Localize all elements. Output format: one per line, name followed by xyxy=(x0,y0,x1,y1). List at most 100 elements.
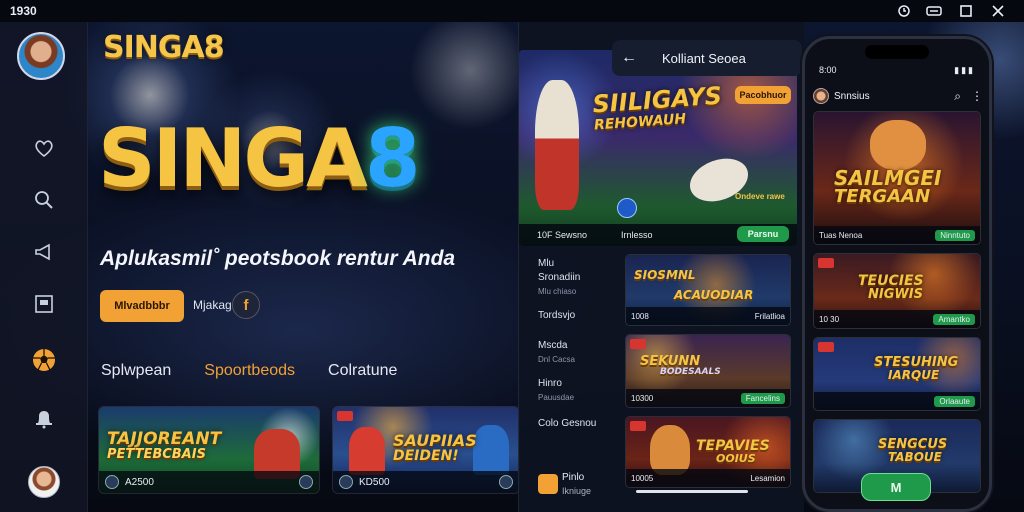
inbox-icon[interactable] xyxy=(30,290,58,318)
tile-footer: Orlaaute xyxy=(814,392,980,410)
tile-footer-label: 10300 xyxy=(631,393,654,403)
user-avatar[interactable] xyxy=(17,32,65,80)
history-icon[interactable] xyxy=(888,0,920,22)
list-item-sub: Mlu chiaso xyxy=(538,287,577,296)
hot-badge xyxy=(337,411,353,421)
hot-badge xyxy=(630,339,646,349)
tile-title-line1: TEPAVIES xyxy=(696,438,770,454)
hero-logo-digit: 8 xyxy=(364,112,421,205)
list-item-label: Mscda xyxy=(538,340,568,351)
tile-action[interactable]: Amantko xyxy=(933,313,975,325)
phone-game-tile[interactable]: SAILMGEI TERGAAN Tuas Nenoa Ninntuto xyxy=(813,111,981,245)
banner-play-button[interactable]: Parsnu xyxy=(737,226,789,242)
phone-app-name: Snnsius xyxy=(834,90,870,102)
tile-footer-label: 1008 xyxy=(631,311,649,321)
toggle-icon[interactable] xyxy=(918,0,950,22)
card-favorite-icon[interactable] xyxy=(499,475,513,489)
profile-avatar[interactable] xyxy=(28,466,60,498)
tile-footer: 10 30 Amantko xyxy=(814,310,980,328)
list-item[interactable]: Mlu xyxy=(538,258,554,269)
phone-more-icon[interactable]: ⋮ xyxy=(971,89,983,103)
tile-action[interactable]: Orlaaute xyxy=(934,395,975,407)
list-item[interactable]: Sronadiin Mlu chiaso xyxy=(538,272,580,296)
card-chip-icon xyxy=(339,475,353,489)
tab-colratune[interactable]: Colratune xyxy=(328,362,397,380)
phone-game-tile[interactable]: TEUCIES NIGWIS 10 30 Amantko xyxy=(813,253,981,329)
tab-sportsbook[interactable]: Spoortbeods xyxy=(204,362,295,380)
tile-title-line1: TEUCIES xyxy=(858,273,924,289)
banner-badge[interactable]: Pacobhuor xyxy=(735,86,791,104)
tile-action[interactable]: Ninntuto xyxy=(935,229,975,241)
phone-status-time: 8:00 xyxy=(819,65,837,75)
tile-footer-label: 10 30 xyxy=(819,314,840,324)
tile-footer: 10300 Fancelins xyxy=(626,389,790,407)
game-card[interactable]: SAUPIIAS DEIDEN! KD500 xyxy=(332,406,520,494)
game-card[interactable]: TAJJOREANT PETTEBCBAIS A2500 xyxy=(98,406,320,494)
soccer-ball-icon[interactable] xyxy=(30,346,58,374)
heart-icon[interactable] xyxy=(30,134,58,162)
card-title: SAUPIIAS DEIDEN! xyxy=(393,431,477,464)
tab-splwpean[interactable]: Splwpean xyxy=(101,362,171,380)
tile-title: SAILMGEI TERGAAN xyxy=(834,168,942,206)
close-icon[interactable] xyxy=(982,0,1014,22)
brand-logo: SINGA8 xyxy=(103,30,225,65)
facebook-icon[interactable]: f xyxy=(232,291,260,319)
banner-promo: Ondeve rawe xyxy=(735,192,785,201)
phone-search-icon[interactable]: ⌕ xyxy=(954,89,961,104)
card-footer-label: KD500 xyxy=(359,476,390,488)
bell-icon[interactable] xyxy=(30,404,58,432)
hero-tagline: Aplukasmil˚ peotsbook rentur Anda xyxy=(100,247,456,270)
list-item[interactable]: Hinro Pauusdae xyxy=(538,378,574,402)
phone-main-action-button[interactable]: M xyxy=(861,473,931,501)
game-tile[interactable]: SEKUNN BODESAALS 10300 Fancelins xyxy=(625,334,791,408)
search-icon[interactable] xyxy=(30,186,58,214)
download-button[interactable]: Mlvadbbbr xyxy=(100,290,184,322)
hot-badge xyxy=(818,342,834,352)
hot-badge xyxy=(818,258,834,268)
left-sidebar xyxy=(0,22,88,512)
card-title: TAJJOREANT PETTEBCBAIS xyxy=(107,431,221,462)
wallet-icon[interactable] xyxy=(538,474,558,494)
list-item[interactable]: Mscda Dnl Cacsa xyxy=(538,340,575,364)
card-title-line1: SAUPIIAS xyxy=(393,431,477,450)
featured-banner[interactable]: SIILIGAYS REHOWAUH Pacobhuor Ondeve rawe… xyxy=(519,50,797,246)
list-item[interactable]: Tordsvjo xyxy=(538,310,575,321)
card-favorite-icon[interactable] xyxy=(299,475,313,489)
panel-bottom-bar: Pinlo Ikniuge xyxy=(530,462,796,512)
game-tile[interactable]: SIOSMNL ACAUODIAR 1008 Frilatlioa xyxy=(625,254,791,326)
tile-title: SENGCUS TABOUE xyxy=(878,438,947,463)
home-indicator xyxy=(636,490,748,493)
list-item-sub: Dnl Cacsa xyxy=(538,355,575,364)
list-item-label: Tordsvjo xyxy=(538,310,576,321)
tile-title: TEUCIES NIGWIS xyxy=(858,274,924,301)
tile-title-line2: TERGAAN xyxy=(834,186,931,207)
player-figure xyxy=(473,425,509,475)
back-arrow-icon[interactable]: ← xyxy=(612,49,646,67)
phone-mockup: 8:00 ▮▮▮ Snnsius ⌕ ⋮ SAILMGEI TERGAAN Tu… xyxy=(802,36,992,512)
tile-title: TEPAVIES OOIUS xyxy=(696,439,770,464)
list-item-label: Colo Gesnou xyxy=(538,418,597,429)
tile-action[interactable]: Fancelins xyxy=(740,392,785,404)
tile-title: SIOSMNL ACAUODIAR xyxy=(634,269,753,301)
phone-app-bar: Snnsius ⌕ ⋮ xyxy=(813,85,983,107)
maximize-icon[interactable] xyxy=(950,0,982,22)
megaphone-icon[interactable] xyxy=(30,238,58,266)
list-item[interactable]: Colo Gesnou xyxy=(538,418,596,429)
tile-title: SEKUNN BODESAALS xyxy=(640,355,721,377)
phone-signal-icon: ▮▮▮ xyxy=(954,65,975,75)
phone-game-tile[interactable]: STESUHING IARQUE Orlaaute xyxy=(813,337,981,411)
card-chip-icon xyxy=(105,475,119,489)
phone-avatar[interactable] xyxy=(813,88,829,104)
tiger-figure xyxy=(870,120,926,170)
card-footer: KD500 xyxy=(333,471,519,493)
shield-icon xyxy=(617,198,637,218)
bottom-sub: Ikniuge xyxy=(562,486,592,496)
hero-small-label: Mjakag xyxy=(193,298,232,312)
tile-action[interactable]: Frilatlioa xyxy=(755,312,785,321)
player-figure xyxy=(535,80,579,210)
window-titlebar: 1930 xyxy=(0,0,1024,22)
panel-header: ← Kolliant Seoea xyxy=(612,40,802,76)
list-item-label: Sronadiin xyxy=(538,272,581,283)
tile-title-line2: BODESAALS xyxy=(660,367,721,377)
tile-footer: 1008 Frilatlioa xyxy=(626,307,790,325)
